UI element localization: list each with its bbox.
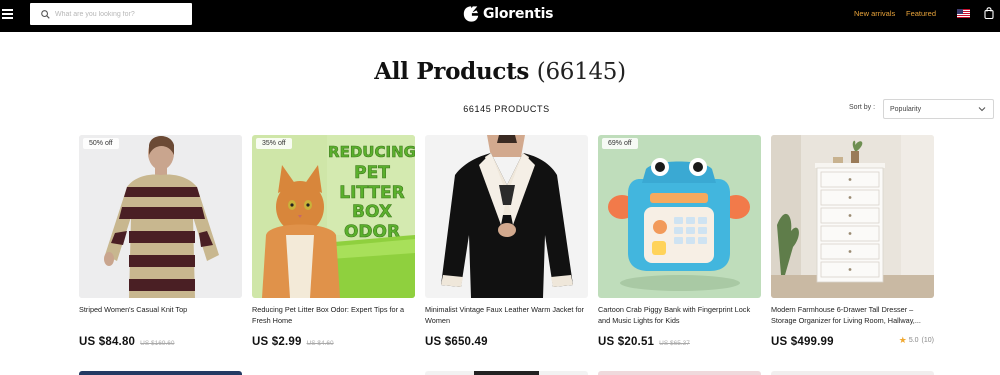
sort-dropdown[interactable]: Popularity (883, 99, 994, 119)
nav-featured[interactable]: Featured (906, 9, 936, 18)
image-text: BOX (352, 202, 392, 222)
product-original-price: US $169.60 (140, 340, 175, 347)
us-flag-icon[interactable] (957, 9, 970, 18)
page-title-count: (66145) (536, 59, 626, 85)
product-original-price: US $65.37 (659, 340, 690, 347)
rating-value: 5.0 (908, 337, 919, 344)
product-image[interactable]: 69% off (598, 135, 761, 298)
product-image[interactable]: 50% off (79, 135, 242, 298)
chevron-down-icon (978, 107, 986, 112)
product-card[interactable]: Minimalist Vintage Faux Leather Warm Jac… (425, 135, 588, 348)
product-title[interactable]: Striped Women's Casual Knit Top (79, 304, 242, 326)
shopping-bag-icon[interactable] (984, 7, 994, 19)
white-dresser-image (771, 135, 934, 298)
product-title[interactable]: Cartoon Crab Piggy Bank with Fingerprint… (598, 304, 761, 326)
product-card[interactable]: REDUCING PET LITTER BOX ODOR 35% off Red… (252, 135, 415, 348)
product-image[interactable] (598, 371, 761, 375)
top-navigation-bar: Glorentis New arrivals Featured (0, 0, 1000, 32)
sort-label: Sort by : (849, 104, 876, 111)
search-icon (41, 9, 50, 19)
nav-new-arrivals[interactable]: New arrivals (854, 9, 895, 18)
leather-jacket-image (425, 135, 588, 298)
product-card[interactable]: 50% off Striped Women's Casual Knit Top … (79, 135, 242, 348)
hamburger-menu-icon[interactable] (2, 9, 13, 19)
search-box[interactable] (30, 3, 192, 25)
product-rating: ★ 5.0 (10) (899, 335, 934, 346)
crab-piggy-bank-image (598, 135, 761, 298)
brand-logo[interactable]: Glorentis (462, 3, 554, 25)
product-price: US $20.51 (598, 336, 655, 348)
product-image[interactable] (771, 135, 934, 298)
product-original-price: US $4.60 (306, 340, 334, 347)
product-title[interactable]: Reducing Pet Litter Box Odor: Expert Tip… (252, 304, 415, 326)
product-card[interactable]: Modern Farmhouse 6-Drawer Tall Dresser –… (771, 135, 934, 348)
sort-selected-value: Popularity (890, 105, 922, 113)
image-text: PET (354, 163, 390, 183)
product-price: US $499.99 (771, 336, 834, 348)
page-title-text: All Products (374, 58, 530, 85)
product-image[interactable] (425, 371, 588, 375)
image-text: REDUCING (328, 143, 415, 161)
product-image[interactable] (771, 371, 934, 375)
brand-name: Glorentis (483, 6, 554, 22)
product-image[interactable] (425, 135, 588, 298)
product-card[interactable]: 69% off Cartoon Crab Piggy Bank with Fin… (598, 135, 761, 348)
discount-badge: 50% off (83, 138, 119, 149)
discount-badge: 69% off (602, 138, 638, 149)
search-input[interactable] (55, 10, 185, 18)
star-icon: ★ (898, 335, 907, 345)
product-price: US $84.80 (79, 336, 136, 348)
cat-litter-box-image: REDUCING PET LITTER BOX ODOR (252, 135, 415, 298)
discount-badge: 35% off (256, 138, 292, 149)
product-title[interactable]: Modern Farmhouse 6-Drawer Tall Dresser –… (771, 304, 934, 326)
page-title: All Products (66145) (0, 58, 1000, 85)
review-count: (10) (921, 337, 934, 344)
brand-logo-icon (463, 6, 479, 22)
product-image[interactable]: REDUCING PET LITTER BOX ODOR 35% off (252, 135, 415, 298)
product-title[interactable]: Minimalist Vintage Faux Leather Warm Jac… (425, 304, 588, 326)
image-text: LITTER (339, 183, 404, 203)
product-image[interactable] (79, 371, 242, 375)
product-price: US $2.99 (252, 336, 302, 348)
product-price: US $650.49 (425, 336, 488, 348)
striped-sweater-image (79, 135, 242, 298)
